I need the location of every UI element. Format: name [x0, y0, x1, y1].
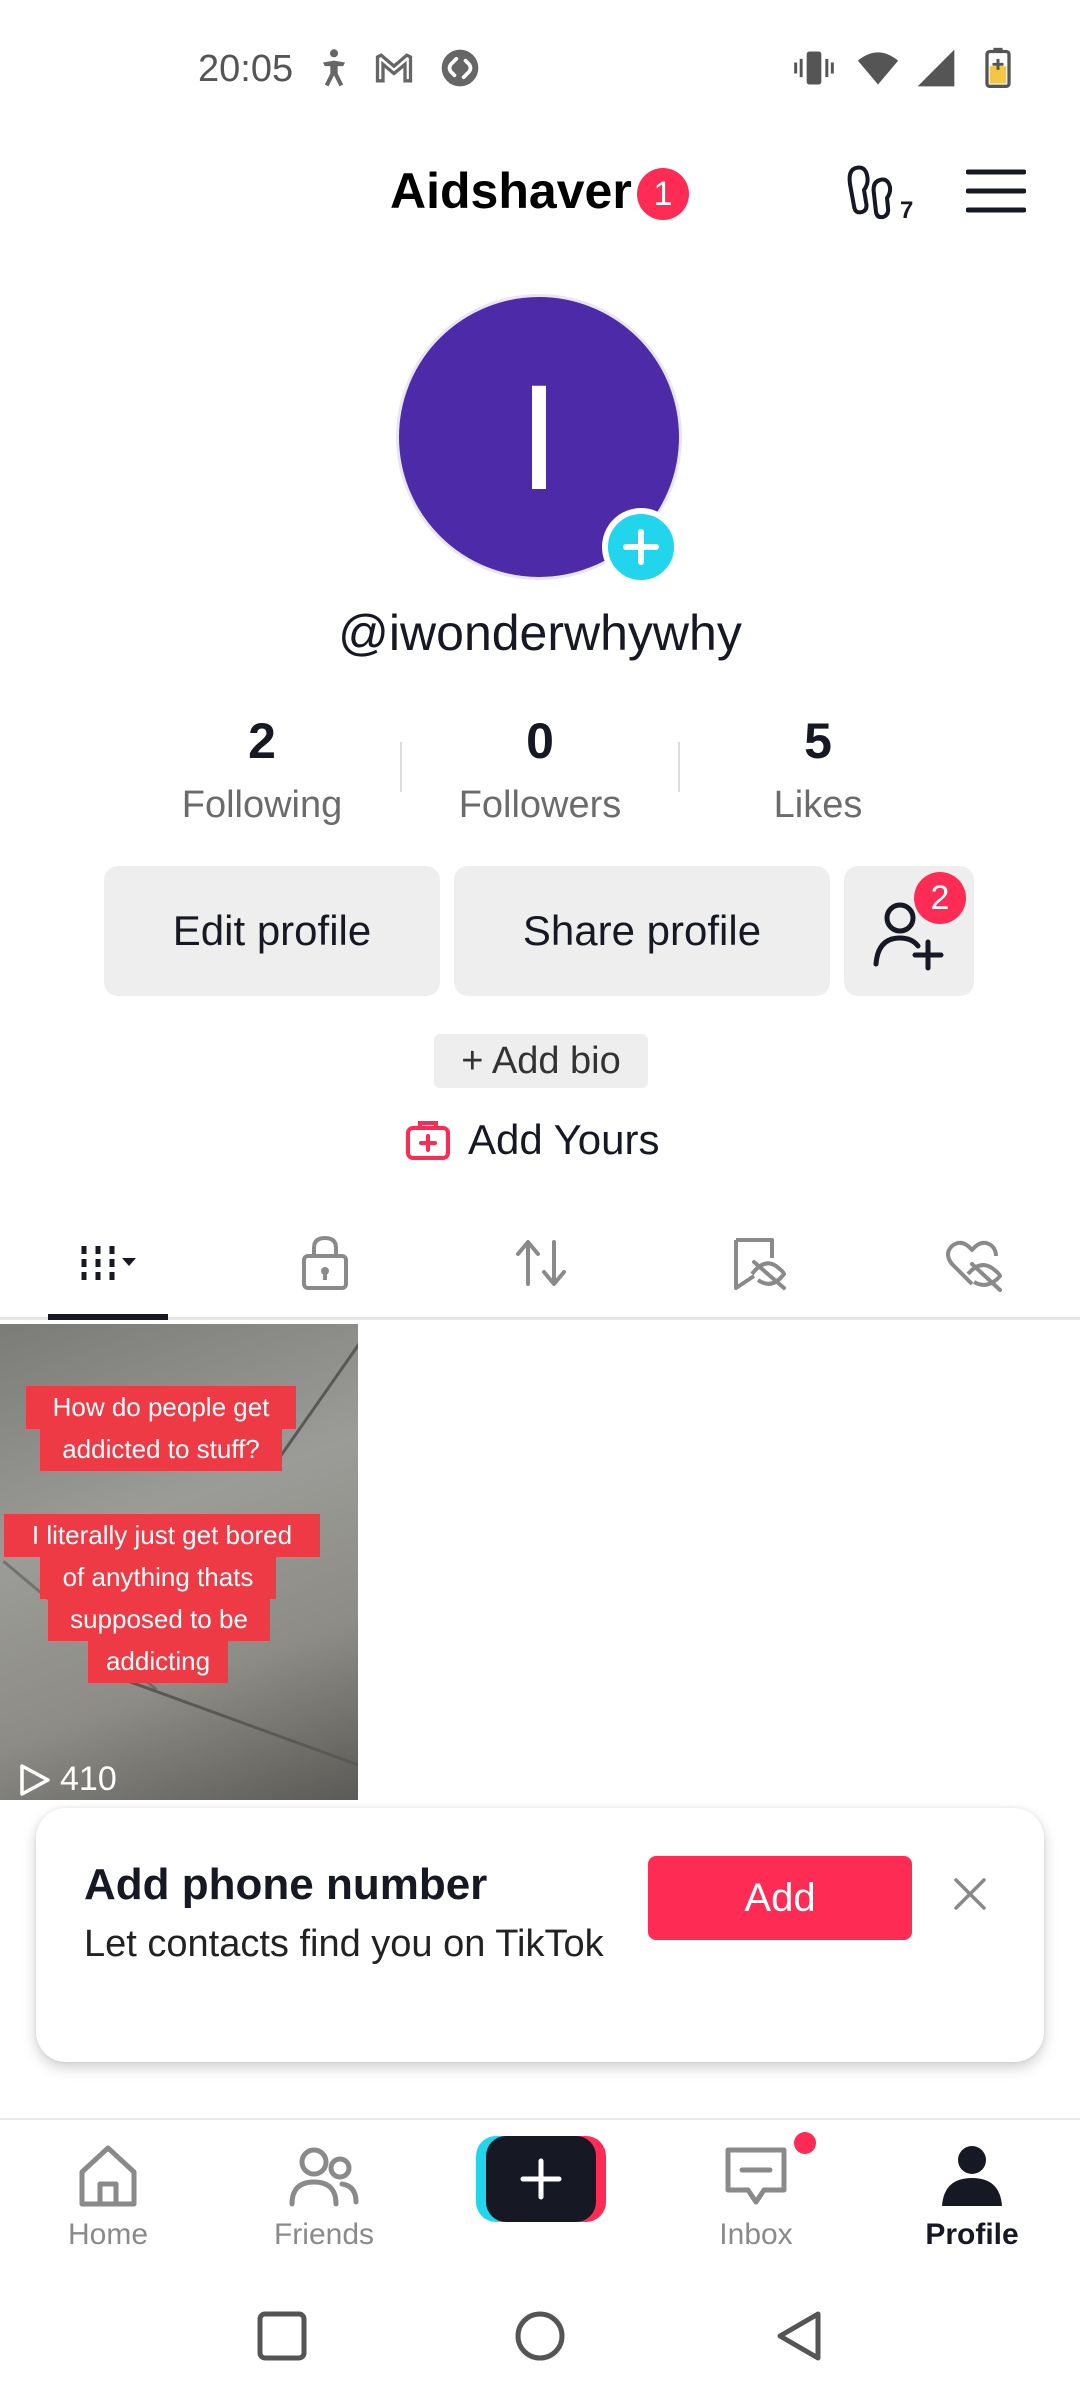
status-time: 20:05 — [198, 48, 294, 90]
edit-profile-button[interactable]: Edit profile — [104, 866, 440, 996]
video-caption-line: addicting — [88, 1640, 228, 1683]
profile-tabs — [0, 1214, 1080, 1320]
tab-favorites[interactable] — [648, 1214, 864, 1320]
share-profile-button[interactable]: Share profile — [454, 866, 830, 996]
stat-likes[interactable]: 5 Likes — [688, 712, 948, 827]
video-caption-line: of anything thats — [40, 1556, 276, 1599]
add-yours-label: Add Yours — [468, 1116, 660, 1163]
add-yours-button[interactable]: Add Yours — [404, 1110, 660, 1170]
floor-crack — [127, 1679, 358, 1772]
plus-icon — [520, 2158, 562, 2200]
add-phone-popup: Add phone number Let contacts find you o… — [36, 1808, 1044, 2062]
active-tab-indicator — [48, 1314, 168, 1320]
play-icon — [20, 1763, 50, 1796]
add-phone-button[interactable]: Add — [648, 1856, 912, 1940]
username: @iwonderwhywhy — [338, 605, 742, 661]
shazam-icon — [438, 46, 482, 90]
add-avatar-button[interactable] — [602, 508, 680, 586]
tab-private[interactable] — [216, 1214, 432, 1320]
notification-badge: 1 — [637, 168, 689, 220]
followers-label: Followers — [458, 784, 622, 826]
friends-badge: 2 — [914, 872, 966, 924]
profile-icon — [942, 2146, 1002, 2206]
nav-inbox-label: Inbox — [719, 2218, 793, 2251]
create-button[interactable] — [476, 2136, 606, 2222]
nav-profile[interactable]: Profile — [864, 2140, 1080, 2280]
nav-friends[interactable]: Friends — [216, 2140, 432, 2280]
gmail-icon — [372, 46, 416, 90]
nav-friends-label: Friends — [273, 2218, 375, 2251]
videos-grid-icon — [81, 1246, 136, 1280]
add-bio-button[interactable]: + Add bio — [434, 1034, 648, 1088]
add-yours-icon — [406, 1121, 450, 1160]
close-icon[interactable] — [948, 1872, 992, 1916]
create-button-face — [486, 2136, 596, 2222]
signal-icon — [914, 46, 958, 90]
tab-reposts[interactable] — [432, 1214, 648, 1320]
following-count: 2 — [248, 713, 276, 769]
stat-divider — [400, 742, 402, 792]
tab-videos[interactable] — [0, 1214, 216, 1320]
video-thumbnail[interactable]: How do people get addicted to stuff? I l… — [0, 1324, 358, 1800]
battery-icon — [976, 46, 1020, 90]
video-caption-line: supposed to be — [48, 1598, 270, 1641]
popup-text: Let contacts find you on TikTok — [84, 1923, 604, 1965]
nav-home-label: Home — [67, 2218, 149, 2251]
view-count-value: 410 — [60, 1760, 117, 1798]
home-button[interactable] — [512, 2308, 568, 2364]
liked-hidden-icon — [946, 1240, 1002, 1292]
stat-divider — [678, 742, 680, 792]
friends-icon — [289, 2147, 359, 2207]
status-bar: 20:05 — [0, 0, 1080, 140]
popup-title: Add phone number — [84, 1860, 488, 1909]
tab-liked[interactable] — [864, 1214, 1080, 1320]
video-caption-line: I literally just get bored — [4, 1514, 320, 1557]
nav-inbox[interactable]: Inbox — [648, 2140, 864, 2280]
wifi-icon — [856, 46, 900, 90]
menu-icon[interactable] — [965, 166, 1027, 216]
vibrate-icon — [792, 46, 836, 90]
reposts-icon — [516, 1240, 566, 1286]
favorites-hidden-icon — [734, 1238, 786, 1290]
svg-text:7: 7 — [900, 197, 913, 222]
accessibility-icon — [312, 46, 356, 90]
following-label: Following — [181, 784, 343, 826]
stat-followers[interactable]: 0 Followers — [410, 712, 670, 827]
video-caption-line: How do people get — [26, 1386, 296, 1429]
creator-tools-icon[interactable]: 7 — [842, 160, 924, 224]
back-button[interactable] — [772, 2308, 828, 2364]
home-icon — [79, 2145, 137, 2207]
followers-count: 0 — [526, 713, 554, 769]
nav-profile-label: Profile — [925, 2218, 1019, 2251]
recents-button[interactable] — [254, 2308, 310, 2364]
inbox-icon — [725, 2147, 787, 2205]
view-count: 410 — [16, 1760, 117, 1799]
nav-home[interactable]: Home — [0, 2140, 216, 2280]
stat-following[interactable]: 2 Following — [132, 712, 392, 827]
private-lock-icon — [302, 1235, 348, 1290]
likes-count: 5 — [804, 713, 832, 769]
video-caption-line: addicted to stuff? — [40, 1428, 282, 1471]
inbox-notification-dot — [794, 2132, 816, 2154]
account-switcher-title[interactable]: Aidshaver — [390, 162, 632, 220]
likes-label: Likes — [773, 784, 863, 826]
